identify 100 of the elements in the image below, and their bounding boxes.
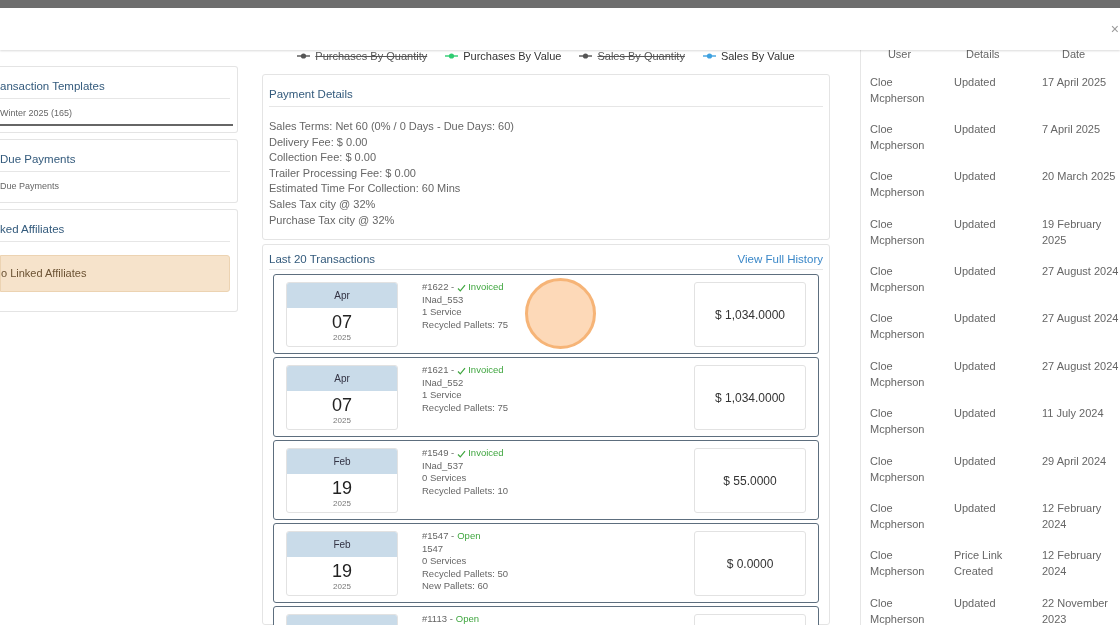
column-header: User [886,47,913,62]
status-label: Open [457,530,481,543]
date-day: 07 [287,311,397,334]
transaction-card[interactable]: Apr 07 2025 #1622 - Invoiced INad_553 1 Service Recycled Pallets: 75 $ 1,034.0000 [273,274,819,355]
transaction-number: #1113 - [422,613,453,625]
panel-title[interactable]: Due Payments [0,153,76,165]
table-cell-text: 12 February 2024 [1042,548,1103,580]
table-cell-text: Cloe Mcpherson [870,311,926,343]
panel-title: Last 20 Transactions [269,252,376,267]
table-cell-text: 27 August 2024 [1042,264,1120,280]
table-cell-text: Updated [954,74,997,90]
payment-detail: Collection Fee: $ 0.00 [269,150,377,166]
payment-detail: Estimated Time For Collection: 60 Mins [269,181,462,197]
status-label: Invoiced [468,364,504,377]
legend-item[interactable]: Sales By Quantity [579,47,685,65]
date-month: Apr [334,289,350,304]
transaction-detail: Recycled Pallets: 75 [422,318,510,332]
table-cell-text: 27 August 2024 [1042,311,1120,327]
panel-item-row[interactable]: Winter 2025 (165) [0,99,233,126]
status-label: Invoiced [468,281,504,294]
table-cell-text: Cloe Mcpherson [870,406,926,438]
payment-detail: Purchase Tax city @ 32% [269,212,396,228]
panel-title[interactable]: ansaction Templates [0,80,105,92]
table-cell-text: 7 April 2025 [1042,121,1102,137]
table-cell-text: Cloe Mcpherson [870,595,926,625]
amount-value: $ 1,034.0000 [714,306,786,324]
table-cell-text: 12 February 2024 [1042,501,1103,532]
payment-detail: Delivery Fee: $ 0.00 [269,134,369,150]
transaction-detail: INad_552 [422,376,465,390]
panel-title[interactable]: ked Affiliates [0,223,65,235]
transaction-detail: 0 Services [422,472,468,485]
table-cell-text: Updated [954,453,997,469]
transaction-detail: Recycled Pallets: 10 [422,484,510,498]
transaction-detail: Recycled Pallets: 75 [422,401,510,415]
date-month: Feb [333,538,351,553]
table-cell-text: Updated [954,501,997,516]
table-cell-text: Updated [954,358,997,374]
date-year: 2025 [332,582,352,593]
table-cell-text: Cloe Mcpherson [870,121,926,153]
table-cell-text: 27 August 2024 [1042,358,1120,374]
payment-detail: Trailer Processing Fee: $ 0.00 [269,165,417,181]
column-header: Date [1061,47,1087,62]
table-cell-text: Updated [954,216,997,232]
date-year: 2025 [332,416,352,427]
table-cell-text: Updated [954,406,997,422]
legend-item[interactable]: Purchases By Value [445,47,562,65]
amount-value: $ 55.0000 [723,472,777,490]
transaction-detail: 1 Service [422,389,463,402]
table-cell-text: Price Link Created [954,548,1004,580]
legend-item[interactable]: Sales By Value [702,47,795,65]
table-cell-text: Cloe Mcpherson [870,74,926,106]
transaction-number: #1622 - [422,281,455,294]
column-header: Details [965,47,1001,62]
date-year: 2025 [332,333,352,344]
table-cell-text: 22 November 2023 [1042,595,1110,625]
table-cell-text: Cloe Mcpherson [870,216,926,248]
transaction-detail: New Pallets: 60 [422,580,489,593]
payment-detail: Sales Terms: Net 60 (0% / 0 Days - Due Days: 60) [269,119,515,134]
check-icon [457,366,467,375]
panel-line: Due Payments [0,181,60,191]
transaction-card[interactable]: Apr 07 2025 #1621 - Invoiced INad_552 1 Service Recycled Pallets: 75 $ 1,034.0000 [273,357,819,438]
table-cell-text: Updated [954,595,997,611]
panel-item-row[interactable]: Due Payments [0,172,230,196]
date-day: 19 [287,560,397,583]
check-icon [457,449,467,458]
transaction-card[interactable]: #1113 - Open [273,606,819,625]
table-cell-text: 20 March 2025 [1042,169,1117,185]
date-day: 19 [287,477,397,500]
table-cell-text: Updated [954,121,997,137]
transaction-detail: 1 Service [422,306,463,319]
amount-value: $ 0.0000 [726,555,774,573]
table-cell-text: Cloe Mcpherson [870,264,926,296]
date-month: Feb [333,455,351,470]
legend-item[interactable]: Purchases By Quantity [297,47,428,65]
panel-line: Winter 2025 (165) [0,108,73,118]
transaction-detail: 0 Services [422,555,468,568]
transaction-number: #1549 - [422,447,455,460]
table-cell-text: Updated [954,169,997,185]
table-cell-text: Updated [954,264,997,280]
alert-text: o Linked Affiliates [1,266,87,282]
panel-title: Payment Details [269,88,353,100]
transaction-card[interactable]: Feb 19 2025 #1549 - Invoiced INad_537 0 Services Recycled Pallets: 10 $ 55.0000 [273,440,819,521]
date-year: 2025 [332,499,352,510]
status-label: Open [455,613,480,625]
transaction-detail: 1547 [422,542,445,556]
table-cell-text: 17 April 2025 [1042,74,1108,90]
table-cell-text: Updated [954,311,997,327]
status-label: Invoiced [468,447,504,460]
payment-detail: Sales Tax city @ 32% [269,196,377,212]
date-month: Apr [334,372,350,387]
transaction-card[interactable]: Feb 19 2025 #1547 - Open 1547 0 Services Recycled Pallets: 50 New Pallets: 60 $ 0.0000 [273,523,819,604]
table-cell-text: Cloe Mcpherson [870,358,926,390]
check-icon [457,283,467,292]
transaction-detail: INad_553 [422,293,465,307]
amount-value: $ 1,034.0000 [714,389,786,407]
view-history-link[interactable]: View Full History [737,251,823,269]
table-cell-text: Cloe Mcpherson [870,453,926,485]
table-cell-text: Cloe Mcpherson [870,501,926,532]
table-cell-text: Cloe Mcpherson [870,548,926,580]
table-cell-text: 11 July 2024 [1042,406,1105,422]
